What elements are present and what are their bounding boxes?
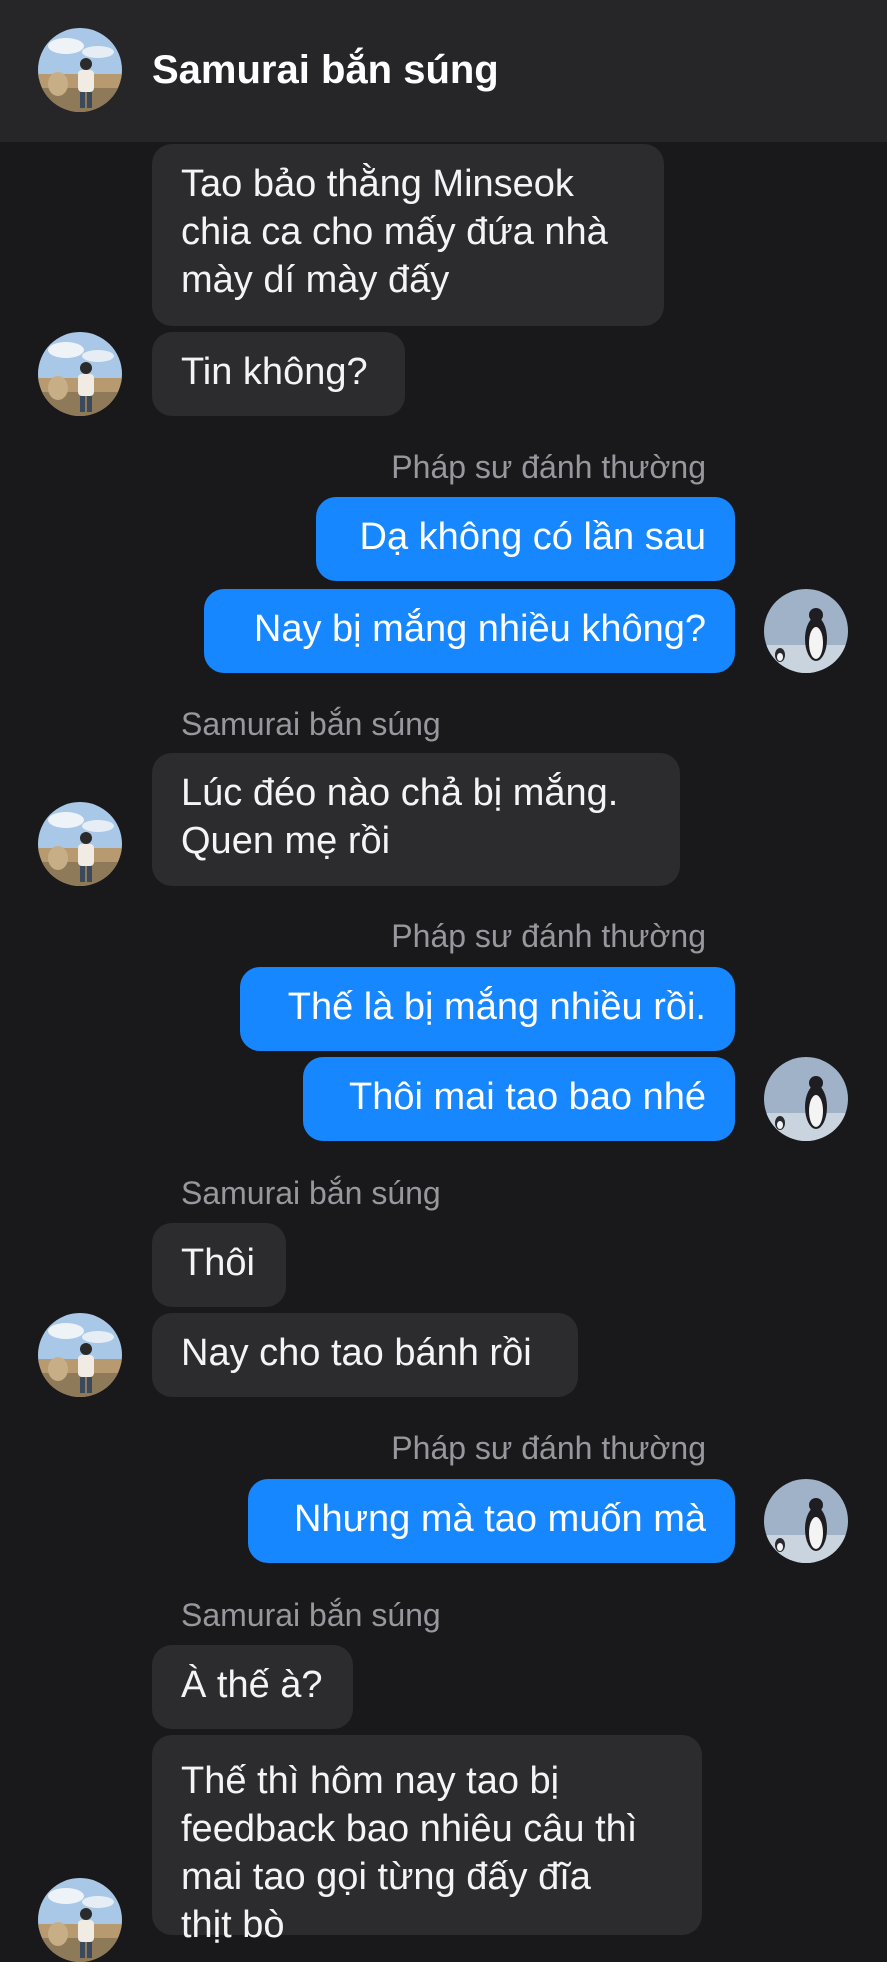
sender-name-label: Samurai bắn súng xyxy=(181,1597,441,1633)
message-bubble-incoming[interactable]: Tin không? xyxy=(152,332,405,416)
chat-header: Samurai bắn súng xyxy=(0,0,887,142)
penguin-avatar-icon xyxy=(764,589,848,673)
sender-name-label: Samurai bắn súng xyxy=(181,1175,441,1211)
message-bubble-incoming[interactable]: À thế à? xyxy=(152,1645,353,1729)
sender-name-label: Pháp sư đánh thường xyxy=(391,918,706,954)
sender-avatar[interactable] xyxy=(38,332,122,416)
message-bubble-incoming[interactable]: Tao bảo thằng Minseok chia ca cho mấy đứ… xyxy=(152,144,664,326)
message-bubble-incoming[interactable]: Nay cho tao bánh rồi xyxy=(152,1313,578,1397)
message-bubble-outgoing[interactable]: Thôi mai tao bao nhé xyxy=(303,1057,735,1141)
message-bubble-incoming[interactable]: Lúc đéo nào chả bị mắng. Quen mẹ rồi xyxy=(152,753,680,886)
own-avatar[interactable] xyxy=(764,1479,848,1563)
penguin-avatar-icon xyxy=(764,1057,848,1141)
penguin-avatar-icon xyxy=(764,1479,848,1563)
sender-avatar-photo-icon xyxy=(38,332,122,416)
sender-avatar-photo-icon xyxy=(38,1878,122,1962)
sender-avatar[interactable] xyxy=(38,1878,122,1962)
own-avatar[interactable] xyxy=(764,589,848,673)
message-bubble-outgoing[interactable]: Thế là bị mắng nhiều rồi. xyxy=(240,967,735,1051)
sender-name-label: Pháp sư đánh thường xyxy=(391,449,706,485)
contact-avatar[interactable] xyxy=(38,28,122,112)
chat-title: Samurai bắn súng xyxy=(152,48,499,92)
sender-avatar[interactable] xyxy=(38,802,122,886)
sender-avatar-photo-icon xyxy=(38,802,122,886)
message-bubble-incoming[interactable]: Thế thì hôm nay tao bị feedback bao nhiê… xyxy=(152,1735,702,1946)
message-bubble-incoming[interactable]: Thôi xyxy=(152,1223,286,1307)
own-avatar[interactable] xyxy=(764,1057,848,1141)
contact-avatar-photo-icon xyxy=(38,28,122,112)
sender-avatar-photo-icon xyxy=(38,1313,122,1397)
message-bubble-outgoing[interactable]: Dạ không có lần sau xyxy=(316,497,735,581)
sender-name-label: Samurai bắn súng xyxy=(181,706,441,742)
message-bubble-outgoing[interactable]: Nay bị mắng nhiều không? xyxy=(204,589,735,673)
sender-name-label: Pháp sư đánh thường xyxy=(391,1430,706,1466)
sender-avatar[interactable] xyxy=(38,1313,122,1397)
message-bubble-outgoing[interactable]: Nhưng mà tao muốn mà xyxy=(248,1479,735,1563)
